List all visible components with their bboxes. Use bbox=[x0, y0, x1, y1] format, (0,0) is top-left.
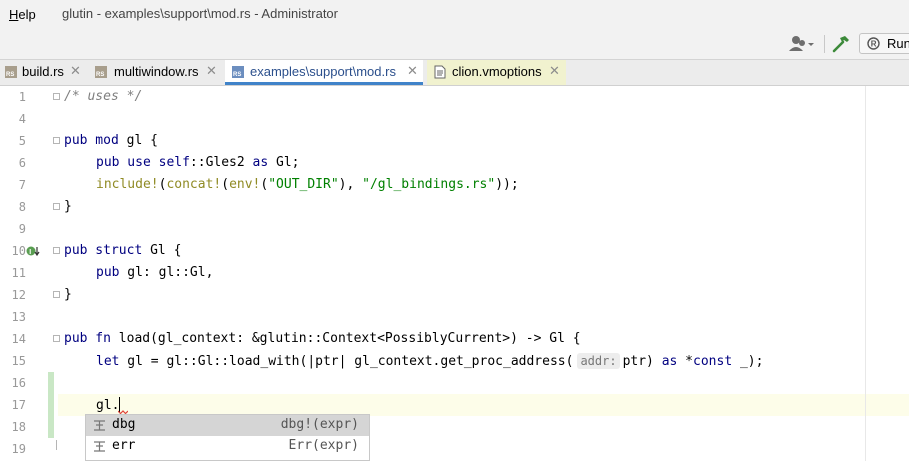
completion-type: Err(expr) bbox=[288, 438, 359, 453]
completion-name: dbg bbox=[112, 417, 136, 432]
line-number: 15 bbox=[11, 354, 26, 368]
parameter-hint: addr: bbox=[577, 353, 620, 369]
fold-end-icon[interactable] bbox=[53, 291, 60, 298]
menu-help-label: elp bbox=[18, 7, 36, 22]
code-line: 14 pub fn load(gl_context: &glutin::Cont… bbox=[0, 328, 909, 350]
code-line: 5 pub mod gl { bbox=[0, 130, 909, 152]
code-line: 15 let gl = gl::Gl::load_with(|ptr| gl_c… bbox=[0, 350, 909, 372]
tab-multiwindow-rs[interactable]: RS multiwindow.rs ✕ bbox=[90, 60, 222, 85]
rust-file-icon: RS bbox=[95, 66, 107, 78]
run-configuration-label: Run bbox=[887, 36, 909, 51]
line-number: 10 bbox=[11, 244, 26, 258]
close-icon[interactable]: ✕ bbox=[206, 63, 217, 79]
svg-text:RS: RS bbox=[6, 72, 14, 78]
code-text: /* uses */ bbox=[64, 89, 143, 104]
line-number: 13 bbox=[11, 310, 26, 324]
code-text: pub fn load(gl_context: &glutin::Context… bbox=[64, 331, 581, 346]
line-number: 12 bbox=[11, 288, 26, 302]
fold-collapse-icon[interactable] bbox=[53, 335, 60, 342]
implemented-trait-icon[interactable]: I bbox=[26, 245, 40, 257]
line-number: 1 bbox=[18, 90, 26, 104]
line-number: 8 bbox=[18, 200, 26, 214]
build-hammer-icon[interactable] bbox=[831, 34, 851, 54]
code-completion-popup[interactable]: dbg dbg!(expr) err Err(expr) bbox=[85, 414, 370, 461]
code-line: 4 bbox=[0, 108, 909, 130]
tab-build-rs[interactable]: RS build.rs ✕ bbox=[0, 60, 86, 85]
code-text: } bbox=[64, 199, 72, 214]
code-line: 9 bbox=[0, 218, 909, 240]
code-text: pub struct Gl { bbox=[64, 243, 182, 258]
svg-text:R: R bbox=[871, 40, 877, 49]
menu-help[interactable]: Help bbox=[9, 7, 36, 22]
code-line: 6 pub use self::Gles2 as Gl; bbox=[0, 152, 909, 174]
svg-text:RS: RS bbox=[96, 72, 104, 78]
fold-end-icon[interactable] bbox=[53, 203, 60, 210]
line-number: 17 bbox=[11, 398, 26, 412]
code-line: 1 /* uses */ bbox=[0, 86, 909, 108]
template-icon bbox=[94, 441, 105, 452]
close-icon[interactable]: ✕ bbox=[407, 63, 418, 79]
tab-label: multiwindow.rs bbox=[114, 64, 199, 79]
fold-collapse-icon[interactable] bbox=[53, 247, 60, 254]
tab-label: clion.vmoptions bbox=[452, 64, 542, 79]
code-text: pub gl: gl::Gl, bbox=[96, 265, 214, 280]
line-number: 19 bbox=[11, 442, 26, 456]
tab-label: build.rs bbox=[22, 64, 64, 79]
code-line: 11 pub gl: gl::Gl, bbox=[0, 262, 909, 284]
code-line: 7 include!(concat!(env!("OUT_DIR"), "/gl… bbox=[0, 174, 909, 196]
code-text: } bbox=[64, 287, 72, 302]
line-number: 11 bbox=[11, 266, 26, 280]
menu-help-mnemonic: H bbox=[9, 7, 19, 22]
run-configuration-button[interactable]: R Run bbox=[859, 33, 909, 54]
line-number: 14 bbox=[11, 332, 26, 346]
editor-tabs: RS build.rs ✕ RS multiwindow.rs ✕ RS exa… bbox=[0, 60, 909, 86]
line-number: 6 bbox=[18, 156, 26, 170]
close-icon[interactable]: ✕ bbox=[549, 63, 560, 79]
line-number: 5 bbox=[18, 134, 26, 148]
completion-item-dbg[interactable]: dbg dbg!(expr) bbox=[86, 415, 369, 436]
line-number: 16 bbox=[11, 376, 26, 390]
svg-text:RS: RS bbox=[233, 72, 241, 78]
rust-run-icon: R bbox=[867, 37, 880, 50]
code-line: 16 bbox=[0, 372, 909, 394]
toolbar: R Run bbox=[0, 29, 909, 60]
svg-text:I: I bbox=[29, 249, 31, 256]
fold-expand-icon[interactable] bbox=[53, 93, 60, 100]
line-number: 18 bbox=[11, 420, 26, 434]
template-icon bbox=[94, 420, 105, 431]
title-bar: Help glutin - examples\support\mod.rs - … bbox=[0, 0, 909, 29]
toolbar-separator bbox=[824, 35, 825, 53]
code-line: 12 } bbox=[0, 284, 909, 306]
text-file-icon bbox=[434, 65, 446, 79]
completion-item-err[interactable]: err Err(expr) bbox=[86, 436, 369, 457]
line-number: 4 bbox=[18, 112, 26, 126]
code-text: let gl = gl::Gl::load_with(|ptr| gl_cont… bbox=[96, 353, 764, 369]
window-title: glutin - examples\support\mod.rs - Admin… bbox=[62, 6, 338, 21]
code-text: gl. bbox=[96, 397, 121, 413]
rust-file-icon: RS bbox=[232, 66, 244, 78]
code-line: 8 } bbox=[0, 196, 909, 218]
code-text: include!(concat!(env!("OUT_DIR"), "/gl_b… bbox=[96, 177, 519, 192]
tab-clion-vmoptions[interactable]: clion.vmoptions ✕ bbox=[427, 60, 566, 85]
code-line: 10 I pub struct Gl { bbox=[0, 240, 909, 262]
fold-collapse-icon[interactable] bbox=[53, 137, 60, 144]
fold-guide bbox=[56, 440, 57, 450]
rust-file-icon: RS bbox=[5, 66, 17, 78]
tab-label: examples\support\mod.rs bbox=[250, 64, 396, 79]
line-number: 9 bbox=[18, 222, 26, 236]
user-dropdown-icon[interactable] bbox=[788, 34, 818, 54]
close-icon[interactable]: ✕ bbox=[70, 63, 81, 79]
completion-name: err bbox=[112, 438, 136, 453]
code-text: pub mod gl { bbox=[64, 133, 158, 148]
code-line: 13 bbox=[0, 306, 909, 328]
code-line-current: 17 gl. bbox=[0, 394, 909, 416]
tab-mod-rs[interactable]: RS examples\support\mod.rs ✕ bbox=[225, 60, 423, 85]
completion-type: dbg!(expr) bbox=[280, 417, 359, 432]
code-text: pub use self::Gles2 as Gl; bbox=[96, 155, 300, 170]
line-number: 7 bbox=[18, 178, 26, 192]
code-editor[interactable]: 1 /* uses */ 4 5 pub mod gl { 6 pub use … bbox=[0, 86, 909, 461]
